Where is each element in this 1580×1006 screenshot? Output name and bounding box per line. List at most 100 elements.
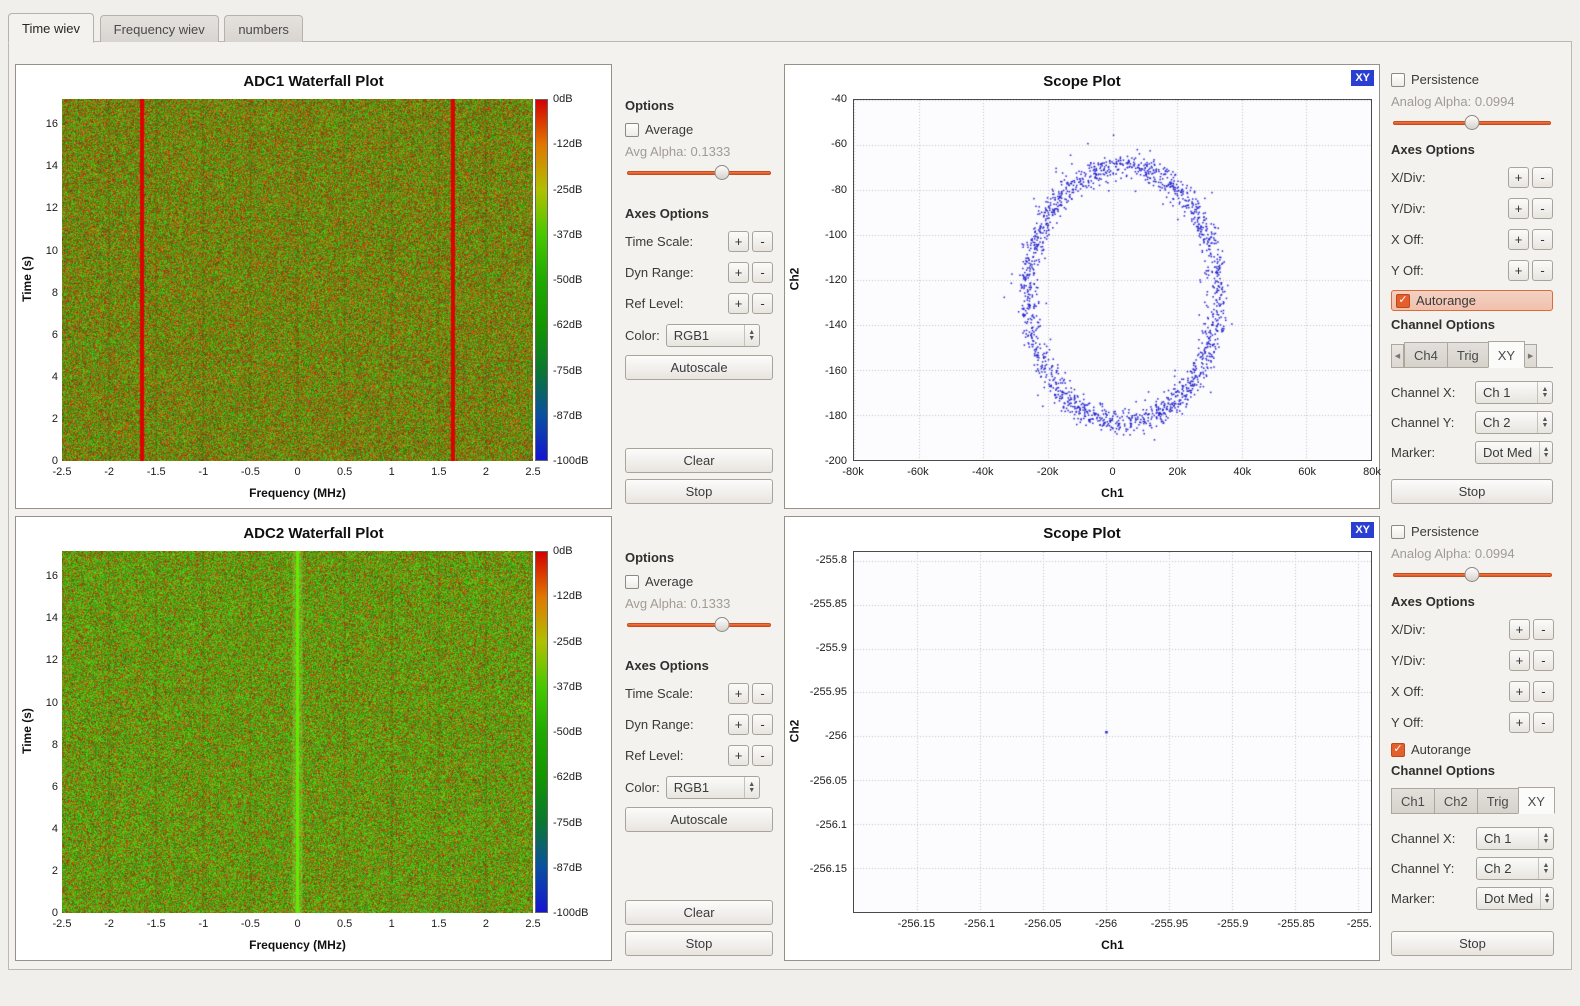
spin-down-icon[interactable]: ▼ — [1543, 839, 1550, 845]
increment-button[interactable]: + — [728, 262, 749, 283]
spinner-arrows[interactable]: ▲▼ — [1538, 828, 1553, 849]
decrement-button[interactable]: - — [1533, 681, 1554, 702]
avg-alpha-slider[interactable] — [627, 616, 771, 634]
channel-y-select[interactable]: Ch 2 ▲▼ — [1475, 411, 1553, 434]
channel-tab-xy[interactable]: XY — [1518, 787, 1555, 814]
increment-button[interactable]: + — [1509, 712, 1530, 733]
increment-button[interactable]: + — [728, 714, 749, 735]
slider-handle[interactable] — [715, 165, 730, 180]
autoscale-button[interactable]: Autoscale — [625, 355, 773, 380]
increment-button[interactable]: + — [1509, 681, 1530, 702]
autorange-checkbox-row[interactable]: ✓ Autorange — [1391, 742, 1554, 757]
analog-alpha-slider[interactable] — [1393, 566, 1552, 584]
increment-button[interactable]: + — [1508, 229, 1529, 250]
spinner-arrows[interactable]: ▲▼ — [1539, 442, 1552, 463]
spin-down-icon[interactable]: ▼ — [1542, 393, 1549, 399]
increment-button[interactable]: + — [1508, 260, 1529, 281]
channel-tab-ch2[interactable]: Ch2 — [1434, 788, 1478, 814]
decrement-button[interactable]: - — [752, 293, 773, 314]
persistence-checkbox[interactable]: ✓ — [1391, 73, 1405, 87]
decrement-button[interactable]: - — [752, 683, 773, 704]
marker-label: Marker: — [1391, 445, 1475, 460]
increment-button[interactable]: + — [1509, 650, 1530, 671]
y-div-label: Y/Div: — [1391, 653, 1506, 668]
decrement-button[interactable]: - — [752, 745, 773, 766]
decrement-button[interactable]: - — [752, 231, 773, 252]
spin-down-icon[interactable]: ▼ — [748, 788, 755, 794]
decrement-button[interactable]: - — [1532, 229, 1553, 250]
waterfall-y-ticks: 0246810121416 — [32, 551, 60, 913]
analog-alpha-slider[interactable] — [1393, 114, 1551, 132]
average-checkbox[interactable]: ✓ — [625, 575, 639, 589]
decrement-button[interactable]: - — [1532, 167, 1553, 188]
decrement-button[interactable]: - — [752, 262, 773, 283]
persistence-checkbox-row[interactable]: ✓ Persistence — [1391, 72, 1553, 87]
increment-button[interactable]: + — [1508, 198, 1529, 219]
color-select[interactable]: RGB1 ▲▼ — [666, 776, 760, 799]
avg-alpha-slider[interactable] — [627, 164, 771, 182]
waterfall-title: ADC1 Waterfall Plot — [16, 73, 611, 90]
slider-handle[interactable] — [1465, 115, 1480, 130]
increment-button[interactable]: + — [728, 293, 749, 314]
persistence-checkbox[interactable]: ✓ — [1391, 525, 1405, 539]
channel-y-select[interactable]: Ch 2 ▲▼ — [1476, 857, 1554, 880]
channel-x-select[interactable]: Ch 1 ▲▼ — [1475, 381, 1553, 404]
average-label: Average — [645, 574, 693, 589]
decrement-button[interactable]: - — [1533, 712, 1554, 733]
spin-down-icon[interactable]: ▼ — [1543, 453, 1550, 459]
channel-pane: Channel X: Ch 1 ▲▼ Channel Y: Ch 2 ▲▼ Ma… — [1391, 367, 1553, 471]
increment-button[interactable]: + — [728, 683, 749, 704]
tab-numbers[interactable]: numbers — [224, 15, 303, 42]
increment-button[interactable]: + — [1508, 167, 1529, 188]
decrement-button[interactable]: - — [1532, 260, 1553, 281]
decrement-button[interactable]: - — [1533, 650, 1554, 671]
clear-button[interactable]: Clear — [625, 448, 773, 473]
spinner-arrows[interactable]: ▲▼ — [1537, 382, 1552, 403]
tab-frequency-view[interactable]: Frequency wiev — [100, 15, 219, 42]
spinner-arrows[interactable]: ▲▼ — [1537, 412, 1552, 433]
slider-handle[interactable] — [1465, 567, 1480, 582]
average-checkbox-row[interactable]: ✓ Average — [625, 122, 773, 137]
decrement-button[interactable]: - — [1533, 619, 1554, 640]
stop-button[interactable]: Stop — [1391, 479, 1553, 504]
stop-button[interactable]: Stop — [625, 479, 773, 504]
persistence-checkbox-row[interactable]: ✓ Persistence — [1391, 524, 1554, 539]
decrement-button[interactable]: - — [1532, 198, 1553, 219]
spin-down-icon[interactable]: ▼ — [1544, 899, 1551, 905]
spinner-arrows[interactable]: ▲▼ — [744, 325, 759, 346]
autoscale-button[interactable]: Autoscale — [625, 807, 773, 832]
spin-down-icon[interactable]: ▼ — [1542, 423, 1549, 429]
autorange-checkbox[interactable]: ✓ — [1396, 294, 1410, 308]
x-div-stepper: X/Div: + - — [1391, 617, 1554, 642]
autorange-checkbox[interactable]: ✓ — [1391, 743, 1405, 757]
channel-tab-xy[interactable]: XY — [1488, 341, 1525, 368]
increment-button[interactable]: + — [728, 745, 749, 766]
channel-tab-trig[interactable]: Trig — [1447, 342, 1489, 368]
stop-button[interactable]: Stop — [625, 931, 773, 956]
channel-tab-ch4[interactable]: Ch4 — [1404, 342, 1448, 368]
color-select[interactable]: RGB1 ▲▼ — [666, 324, 760, 347]
autorange-checkbox-row[interactable]: ✓ Autorange — [1391, 290, 1553, 311]
tab-time-view[interactable]: Time wiev — [8, 13, 94, 43]
clear-button[interactable]: Clear — [625, 900, 773, 925]
scope-panel: Scope Plot XY Ch2 -40-60-80-100-120-140-… — [784, 64, 1380, 509]
average-checkbox[interactable]: ✓ — [625, 123, 639, 137]
decrement-button[interactable]: - — [752, 714, 773, 735]
stop-button[interactable]: Stop — [1391, 931, 1554, 956]
tab-scroll-left-icon[interactable]: ◀ — [1391, 344, 1404, 368]
average-checkbox-row[interactable]: ✓ Average — [625, 574, 773, 589]
increment-button[interactable]: + — [1509, 619, 1530, 640]
spin-down-icon[interactable]: ▼ — [1543, 869, 1550, 875]
channel-tab-ch1[interactable]: Ch1 — [1391, 788, 1435, 814]
spinner-arrows[interactable]: ▲▼ — [1538, 858, 1553, 879]
channel-x-select[interactable]: Ch 1 ▲▼ — [1476, 827, 1554, 850]
spinner-arrows[interactable]: ▲▼ — [744, 777, 759, 798]
marker-select[interactable]: Dot Med ▲▼ — [1476, 887, 1554, 910]
tab-scroll-right-icon[interactable]: ▶ — [1524, 344, 1537, 368]
spin-down-icon[interactable]: ▼ — [748, 336, 755, 342]
marker-select[interactable]: Dot Med ▲▼ — [1475, 441, 1553, 464]
spinner-arrows[interactable]: ▲▼ — [1540, 888, 1553, 909]
channel-tab-trig[interactable]: Trig — [1477, 788, 1519, 814]
slider-handle[interactable] — [715, 617, 730, 632]
increment-button[interactable]: + — [728, 231, 749, 252]
